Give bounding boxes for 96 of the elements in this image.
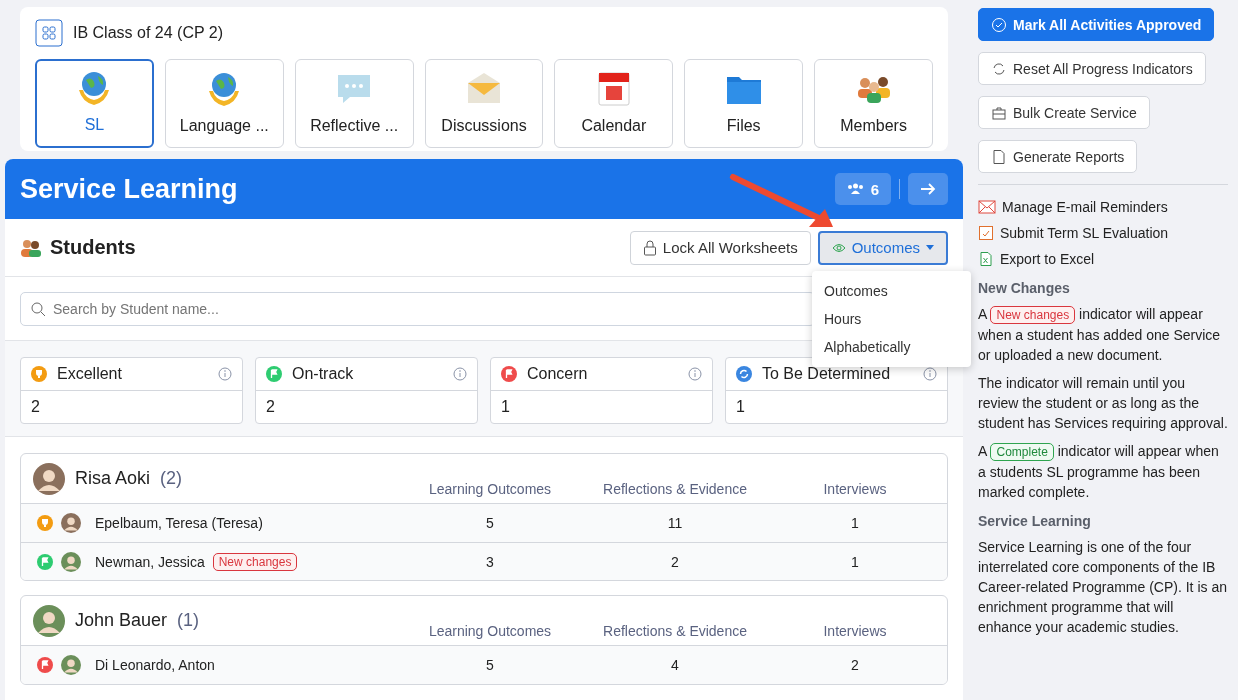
flag-icon (266, 366, 282, 382)
briefcase-icon (991, 104, 1007, 121)
table-cell-text: 2 (670, 553, 680, 570)
app-tile[interactable]: Files (684, 59, 804, 148)
action-button[interactable]: Reset All Progress Indicators (978, 52, 1206, 85)
sidebar-link[interactable]: Manage E-mail Reminders (978, 199, 1168, 215)
summary-count: 1 (735, 397, 746, 417)
menu-item[interactable]: Outcomes (812, 277, 971, 305)
flag-icon (501, 366, 517, 382)
avatar (61, 655, 81, 675)
table-cell-text: 1 (850, 515, 860, 531)
arrow-right-icon (920, 182, 936, 196)
table-cell-text: 5 (485, 515, 495, 531)
teacher-name: Risa Aoki (75, 468, 151, 489)
table-cell-text: 11 (666, 515, 684, 531)
table-cell-text: 5 (485, 657, 495, 673)
student-row[interactable]: Newman, Jessica New changes 3 2 1 (21, 542, 947, 580)
student-row[interactable]: Di Leonardo, Anton 5 4 2 (21, 646, 947, 684)
teacher-name: John Bauer (75, 610, 168, 631)
summary-label: To Be Determined (762, 365, 892, 383)
summary-count: 1 (500, 397, 511, 417)
lock-icon (642, 239, 657, 256)
student-count: (1) (177, 610, 200, 631)
student-row[interactable]: Epelbaum, Teresa (Teresa) 5 11 1 (21, 504, 947, 542)
action-button[interactable]: Mark All Activities Approved (978, 8, 1215, 41)
action-button[interactable]: Generate Reports (978, 140, 1138, 173)
summary-label: On-track (292, 365, 355, 383)
trophy-icon (37, 515, 53, 531)
column-header: Reflections & Evidence (602, 481, 748, 499)
summary-count: 2 (265, 397, 276, 417)
table-cell-text: 3 (485, 553, 495, 570)
info-icon[interactable] (688, 367, 702, 381)
sidebar-link[interactable]: Submit Term SL Evaluation (978, 225, 1169, 241)
help-paragraph: Service Learning is one of the four interrelated core components of the IB Career-related Programme (CP). It is an enrichment programme that will enhance your academic studies. (978, 538, 1228, 637)
avatar (61, 513, 81, 533)
info-icon[interactable] (923, 367, 937, 381)
column-header: Reflections & Evidence (602, 623, 748, 641)
action-button[interactable]: Bulk Create Service (978, 96, 1150, 129)
column-header: Interviews (822, 481, 888, 499)
column-header: Learning Outcomes (427, 623, 553, 641)
sort-dropdown[interactable]: Outcomes (817, 230, 948, 265)
column-header: Interviews (822, 623, 888, 641)
flag-icon (37, 553, 53, 570)
panel-title: Service Learning (20, 173, 238, 205)
app-tile[interactable]: Calendar (554, 59, 674, 148)
app-tile[interactable]: Language ... (164, 59, 284, 148)
table-cell-text: 2 (850, 657, 860, 673)
app-tile[interactable]: Discussions (424, 59, 544, 148)
caret-icon (926, 245, 934, 250)
table-cell-text: 4 (670, 657, 680, 673)
help-paragraph: The indicator will remain until you review the student or as long as the student has Services requiring approval. (978, 374, 1228, 433)
summary-label: Excellent (57, 365, 123, 383)
lock-button[interactable]: Lock All Worksheets (629, 230, 811, 265)
student-count: (2) (160, 468, 183, 489)
section-title: Students (50, 236, 136, 259)
check-circle-icon (991, 16, 1007, 33)
refresh-icon (991, 60, 1007, 77)
eye-icon (831, 242, 846, 253)
app-tile[interactable]: Members (814, 59, 933, 148)
student-name: Epelbaum, Teresa (Teresa) (95, 515, 263, 531)
trophy-icon (31, 366, 47, 382)
info-icon[interactable] (218, 367, 232, 381)
grid-icon (35, 19, 63, 47)
avatar (33, 462, 65, 495)
avatar (33, 604, 65, 637)
spreadsheet-icon (978, 251, 994, 267)
people-icon (20, 237, 42, 258)
app-tile[interactable]: Reflective ... (294, 59, 414, 148)
section-heading: Service Learning (978, 513, 1091, 529)
summary-label: Concern (527, 365, 589, 383)
menu-item[interactable]: Alphabetically (812, 333, 971, 361)
info-icon[interactable] (453, 367, 467, 381)
app-tile[interactable]: SL (35, 59, 154, 148)
checklist-icon (978, 225, 994, 241)
document-icon (991, 148, 1007, 165)
status-tag: New changes (990, 306, 1076, 324)
forward-button[interactable] (908, 173, 948, 205)
flag-icon (37, 657, 53, 673)
class-title: IB Class of 24 (CP 2) (73, 24, 223, 42)
new-changes-tag: New changes (212, 552, 298, 571)
column-header: Learning Outcomes (427, 481, 553, 499)
menu-item[interactable]: Hours (812, 305, 971, 333)
sidebar-link[interactable]: Export to Excel (978, 251, 1095, 267)
student-name: Di Leonardo, Anton (95, 657, 215, 673)
people-icon (846, 183, 864, 195)
table-cell-text: 1 (850, 553, 860, 570)
help-paragraph: A New changes indicator will appear when a student has added one Service or uploaded a new document. (978, 305, 1222, 365)
student-name: Newman, Jessica (95, 553, 205, 570)
avatar (61, 551, 81, 572)
help-paragraph: A Complete indicator will appear when a students SL programme has been marked complete. (978, 442, 1220, 502)
search-field[interactable]: Search by Student name... (20, 292, 815, 326)
summary-count: 2 (30, 397, 41, 417)
envelope-icon (978, 200, 996, 214)
section-heading: New Changes (978, 280, 1070, 296)
status-tag: Complete (990, 443, 1054, 461)
refresh-icon (736, 366, 752, 382)
